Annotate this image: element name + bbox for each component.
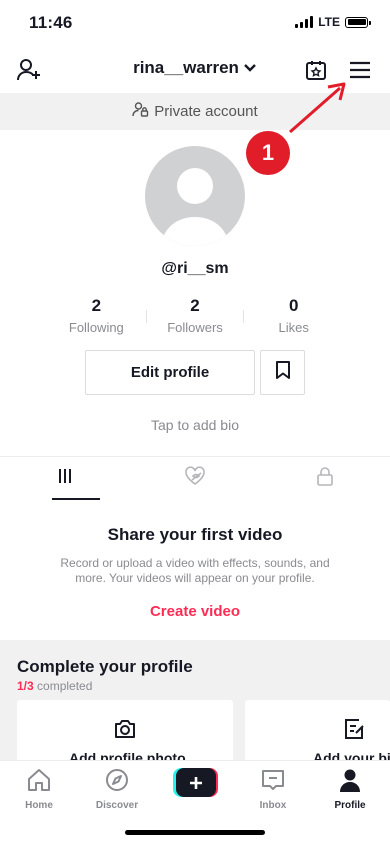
signal-icon [295,16,314,28]
content-tabs [0,456,390,500]
create-button[interactable] [173,768,218,797]
favorites-button[interactable] [260,350,305,395]
network-label: LTE [318,15,340,29]
liked-hidden-icon [184,465,206,491]
battery-icon [345,16,371,28]
stat-divider [145,310,147,323]
stat-value: 2 [190,296,200,315]
annotation-badge: 1 [246,131,290,175]
nav-home[interactable]: Home [9,767,69,811]
tab-indicator [52,498,100,500]
add-bio-prompt[interactable]: Tap to add bio [0,417,390,433]
account-switcher[interactable]: rina__warren [0,58,390,78]
create-video-link[interactable]: Create video [0,603,390,620]
progress-count: 1/3 [17,679,34,693]
complete-profile-title: Complete your profile [17,657,193,676]
edit-profile-button[interactable]: Edit profile [85,350,255,395]
stat-followers[interactable]: 2 Followers [145,296,245,335]
edit-note-icon [343,718,365,745]
stat-value: 2 [91,296,102,315]
empty-state-description: Record or upload a video with effects, s… [60,556,330,585]
home-indicator [125,830,265,835]
compass-icon [104,767,130,796]
home-icon [26,767,52,796]
nav-label: Discover [95,800,139,811]
status-time: 11:46 [29,13,73,32]
complete-profile-progress: 1/3 completed [17,679,92,693]
tab-private[interactable] [260,457,390,499]
stat-following[interactable]: 2 Following [47,296,146,335]
nav-label: Home [25,800,53,811]
plus-icon [175,768,216,797]
camera-icon [113,718,137,745]
progress-suffix: completed [33,679,93,693]
person-icon [337,767,363,796]
empty-state-title: Share your first video [107,525,283,544]
videos-grid-icon [57,468,73,489]
nav-label: Inbox [259,800,287,811]
tab-videos[interactable] [0,457,130,500]
lock-icon [316,466,334,491]
profile-handle: @ri__sm [161,260,229,277]
nav-discover[interactable]: Discover [87,767,147,811]
stat-label: Likes [278,320,309,335]
inbox-icon [260,767,286,796]
stat-label: Followers [167,320,223,335]
nav-label: Profile [334,800,366,811]
nav-inbox[interactable]: Inbox [243,767,303,811]
avatar[interactable] [145,146,245,246]
menu-icon[interactable] [346,56,374,84]
private-account-label: Private account [154,103,258,120]
private-account-icon [132,101,149,122]
stat-label: Following [68,320,124,335]
nav-profile[interactable]: Profile [320,767,380,811]
chevron-down-icon [243,58,257,78]
stat-likes[interactable]: 0 Likes [244,296,343,335]
tab-liked[interactable] [130,457,260,499]
annotation-arrow [289,82,346,134]
bookmark-icon [275,360,291,385]
profile-stats: 2 Following 2 Followers 0 Likes [47,296,343,335]
status-indicators: LTE [295,15,371,29]
username: rina__warren [133,58,239,77]
stat-value: 0 [288,296,299,315]
